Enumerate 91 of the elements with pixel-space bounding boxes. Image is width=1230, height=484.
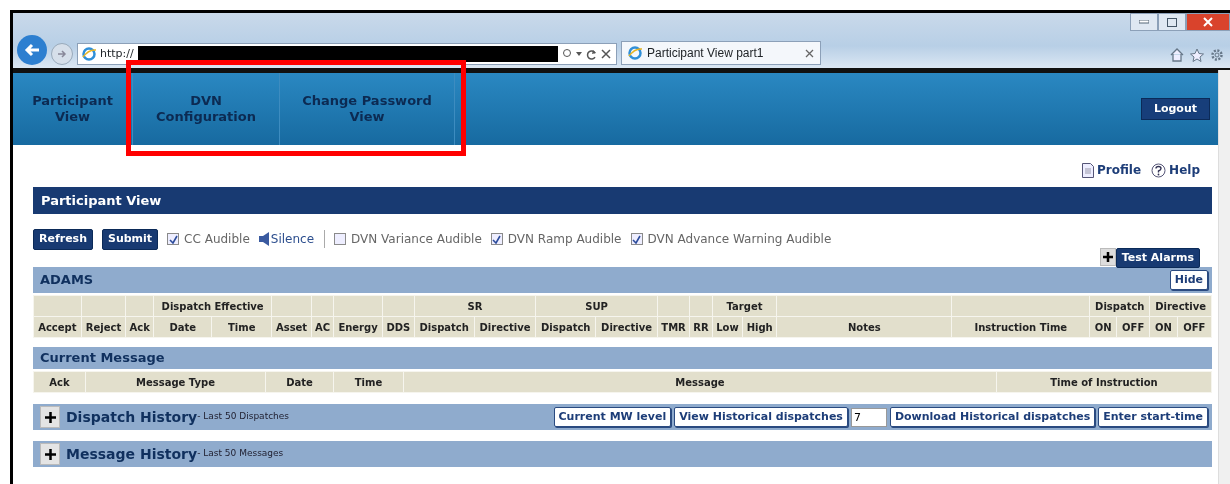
settings-icon[interactable] bbox=[1210, 48, 1224, 62]
plus-icon bbox=[44, 411, 56, 423]
column-header: SR bbox=[414, 295, 536, 317]
column-header: Instruction Time bbox=[951, 316, 1090, 338]
maximize-button[interactable] bbox=[1158, 13, 1186, 31]
column-header: TMR bbox=[657, 316, 690, 338]
document-icon bbox=[1082, 162, 1094, 178]
close-icon[interactable] bbox=[805, 48, 814, 58]
checkbox[interactable]: DVN Advance Warning Audible bbox=[630, 230, 832, 249]
stop-icon[interactable] bbox=[600, 49, 611, 59]
column-header: Dispatch bbox=[535, 316, 596, 338]
expand-button[interactable] bbox=[40, 406, 60, 428]
column-header: Directive bbox=[595, 316, 658, 338]
expand-button[interactable] bbox=[1099, 247, 1116, 266]
column-header: Dispatch bbox=[1089, 295, 1150, 317]
ie-icon bbox=[628, 46, 642, 60]
back-button[interactable] bbox=[17, 35, 47, 65]
checkmark-icon bbox=[492, 234, 502, 244]
star-icon[interactable] bbox=[1190, 48, 1204, 62]
logout-button[interactable]: Logout bbox=[1140, 97, 1210, 121]
column-header: Target bbox=[712, 295, 777, 317]
refresh-icon[interactable] bbox=[585, 48, 597, 60]
column-header: OFF bbox=[1116, 316, 1150, 338]
checkbox[interactable]: DVN Ramp Audible bbox=[490, 230, 622, 249]
column-header: ON bbox=[1089, 316, 1117, 338]
column-header: Date bbox=[153, 316, 212, 338]
dropdown-icon[interactable] bbox=[575, 52, 582, 56]
speaker-icon bbox=[258, 232, 269, 247]
button[interactable]: Current MW level bbox=[553, 406, 672, 428]
link[interactable]: Silence bbox=[258, 230, 326, 249]
checkbox[interactable]: CC Audible bbox=[167, 230, 250, 249]
browser-tab[interactable]: Participant View part1 bbox=[621, 41, 821, 65]
column-header: Directive bbox=[474, 316, 536, 338]
column-header: AC bbox=[311, 316, 334, 338]
column-header: Notes bbox=[776, 316, 952, 338]
column-header: Directive bbox=[1149, 295, 1212, 317]
column-header: Accept bbox=[33, 316, 82, 338]
column-header: DDS bbox=[382, 316, 415, 338]
ie-icon bbox=[82, 47, 96, 61]
column-header: Dispatch Effective bbox=[153, 295, 272, 317]
column-header: SUP bbox=[535, 295, 658, 317]
panel-title: Participant View bbox=[33, 187, 1212, 214]
column-header: Low bbox=[712, 316, 743, 338]
section-title: ADAMS bbox=[40, 271, 95, 290]
button[interactable]: View Historical dispatches bbox=[674, 406, 848, 428]
plus-icon bbox=[44, 448, 56, 460]
scrollbar[interactable] bbox=[1218, 70, 1230, 484]
button[interactable]: Enter start-time bbox=[1098, 406, 1208, 428]
forward-arrow-icon bbox=[57, 49, 67, 59]
section-subtitle: - Last 50 Dispatches bbox=[197, 410, 290, 422]
search-icon[interactable] bbox=[561, 48, 572, 60]
column-header: Time bbox=[333, 371, 404, 393]
plus-icon bbox=[1102, 251, 1113, 262]
section-subtitle: - Last 50 Messages bbox=[197, 447, 284, 459]
column-header: Date bbox=[265, 371, 334, 393]
checkmark-icon bbox=[632, 234, 641, 244]
column-header: ON bbox=[1149, 316, 1178, 338]
button[interactable]: Submit bbox=[102, 229, 159, 250]
column-header: Ack bbox=[125, 316, 154, 338]
expand-button[interactable] bbox=[40, 443, 60, 465]
back-arrow-icon bbox=[24, 43, 40, 57]
column-header: Reject bbox=[81, 316, 126, 338]
column-header: Asset bbox=[271, 316, 312, 338]
close-icon bbox=[1203, 17, 1213, 27]
button[interactable]: Test Alarms bbox=[1115, 247, 1200, 268]
checkbox[interactable]: DVN Variance Audible bbox=[334, 230, 482, 249]
button[interactable]: Download Historical dispatches bbox=[889, 406, 1096, 428]
column-header: High bbox=[742, 316, 777, 338]
checkmark-icon bbox=[168, 234, 178, 244]
restore-icon bbox=[1167, 17, 1177, 27]
column-header: OFF bbox=[1177, 316, 1212, 338]
hide-button[interactable]: Hide bbox=[1169, 269, 1208, 291]
address-text: http:// bbox=[100, 45, 134, 62]
column-header: Energy bbox=[333, 316, 383, 338]
column-header: Message bbox=[403, 371, 997, 393]
link[interactable]: Help bbox=[1151, 153, 1200, 187]
count-field[interactable]: 7 bbox=[850, 407, 887, 427]
close-button[interactable] bbox=[1186, 13, 1230, 31]
column-header: RR bbox=[689, 316, 713, 338]
section-title: Current Message bbox=[40, 349, 165, 368]
minimize-icon bbox=[1139, 20, 1149, 24]
help-icon bbox=[1151, 162, 1167, 178]
column-header: Dispatch bbox=[414, 316, 475, 338]
column-header: Message Type bbox=[85, 371, 266, 393]
link[interactable]: Profile bbox=[1082, 153, 1142, 187]
column-header: Time bbox=[211, 316, 272, 338]
button[interactable]: Refresh bbox=[33, 229, 93, 250]
column-header: Ack bbox=[33, 371, 86, 393]
tab-title: Participant View part1 bbox=[647, 45, 765, 62]
home-icon[interactable] bbox=[1170, 48, 1184, 62]
column-header: Time of Instruction bbox=[996, 371, 1212, 393]
